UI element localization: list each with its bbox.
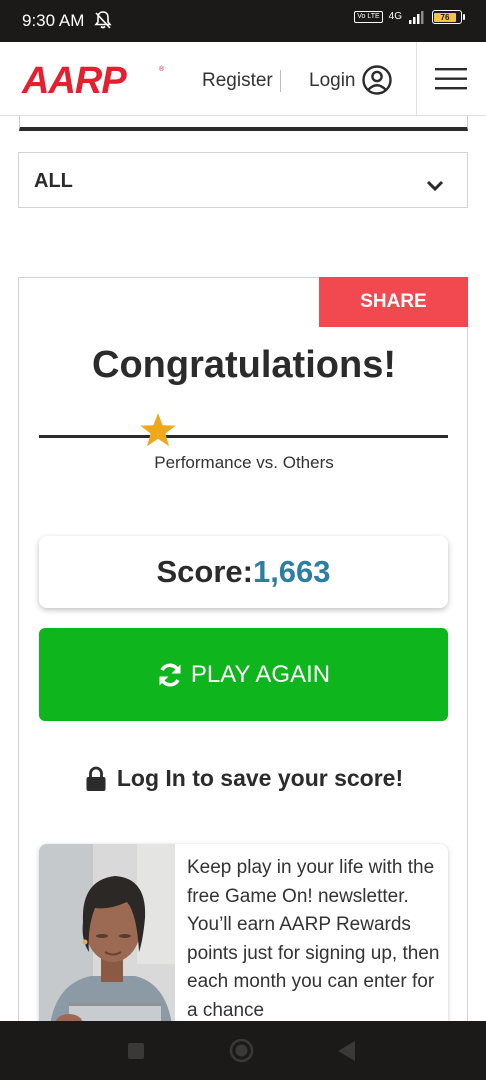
user-account-icon[interactable] <box>361 64 393 96</box>
refresh-icon <box>159 662 181 687</box>
lock-icon <box>86 766 106 791</box>
register-link[interactable]: Register <box>202 70 273 92</box>
score-value: 1,663 <box>252 554 331 589</box>
svg-text:AARP: AARP <box>21 62 127 98</box>
woman-reading-tablet-photo <box>39 844 175 1034</box>
menu-divider <box>416 42 417 116</box>
bell-muted-icon <box>94 11 112 29</box>
recent-apps-icon[interactable] <box>127 1042 145 1060</box>
performance-track <box>39 435 448 438</box>
network-type: 4G <box>388 11 402 22</box>
promo-text: Keep play in your life with the free Gam… <box>187 857 440 1021</box>
system-nav-bar <box>0 1021 486 1080</box>
battery-level: 76 <box>440 12 450 22</box>
chevron-down-icon <box>426 180 444 192</box>
back-icon[interactable] <box>336 1039 356 1063</box>
home-icon[interactable] <box>229 1038 254 1063</box>
battery-icon: 76 <box>432 10 465 24</box>
share-button[interactable]: SHARE <box>319 277 468 327</box>
status-indicators: Vo LTE 4G 76 <box>354 10 465 24</box>
result-title: Congratulations! <box>92 344 396 386</box>
star-icon <box>140 413 176 447</box>
volte-badge: Vo LTE <box>354 11 383 23</box>
login-to-save-link[interactable]: Log In to save your score! <box>19 765 469 792</box>
site-header: AARP ® Register Login <box>0 42 486 116</box>
signal-icon <box>409 11 424 24</box>
aarp-logo[interactable]: AARP ® <box>18 62 168 98</box>
status-bar: 9:30 AM Vo LTE 4G 76 <box>0 0 486 42</box>
previous-section-edge <box>19 116 468 131</box>
score-display: Score: 1,663 <box>39 536 448 608</box>
play-again-label: PLAY AGAIN <box>190 660 331 688</box>
login-link[interactable]: Login <box>309 70 356 92</box>
performance-label: Performance vs. Others <box>154 453 334 472</box>
play-again-button[interactable]: PLAY AGAIN <box>39 628 448 721</box>
score-label: Score: <box>156 554 253 589</box>
game-result-card: SHARE Congratulations! Performance vs. O… <box>18 277 468 1037</box>
hamburger-menu-icon[interactable] <box>434 66 468 92</box>
status-time: 9:30 AM <box>22 11 85 30</box>
header-divider <box>280 70 281 92</box>
save-prompt: Log In to save your score! <box>116 765 404 791</box>
svg-text:®: ® <box>159 65 165 73</box>
dropdown-value: ALL <box>34 170 73 192</box>
category-dropdown[interactable]: ALL <box>18 152 468 208</box>
newsletter-promo[interactable]: Keep play in your life with the free Gam… <box>39 844 448 1034</box>
